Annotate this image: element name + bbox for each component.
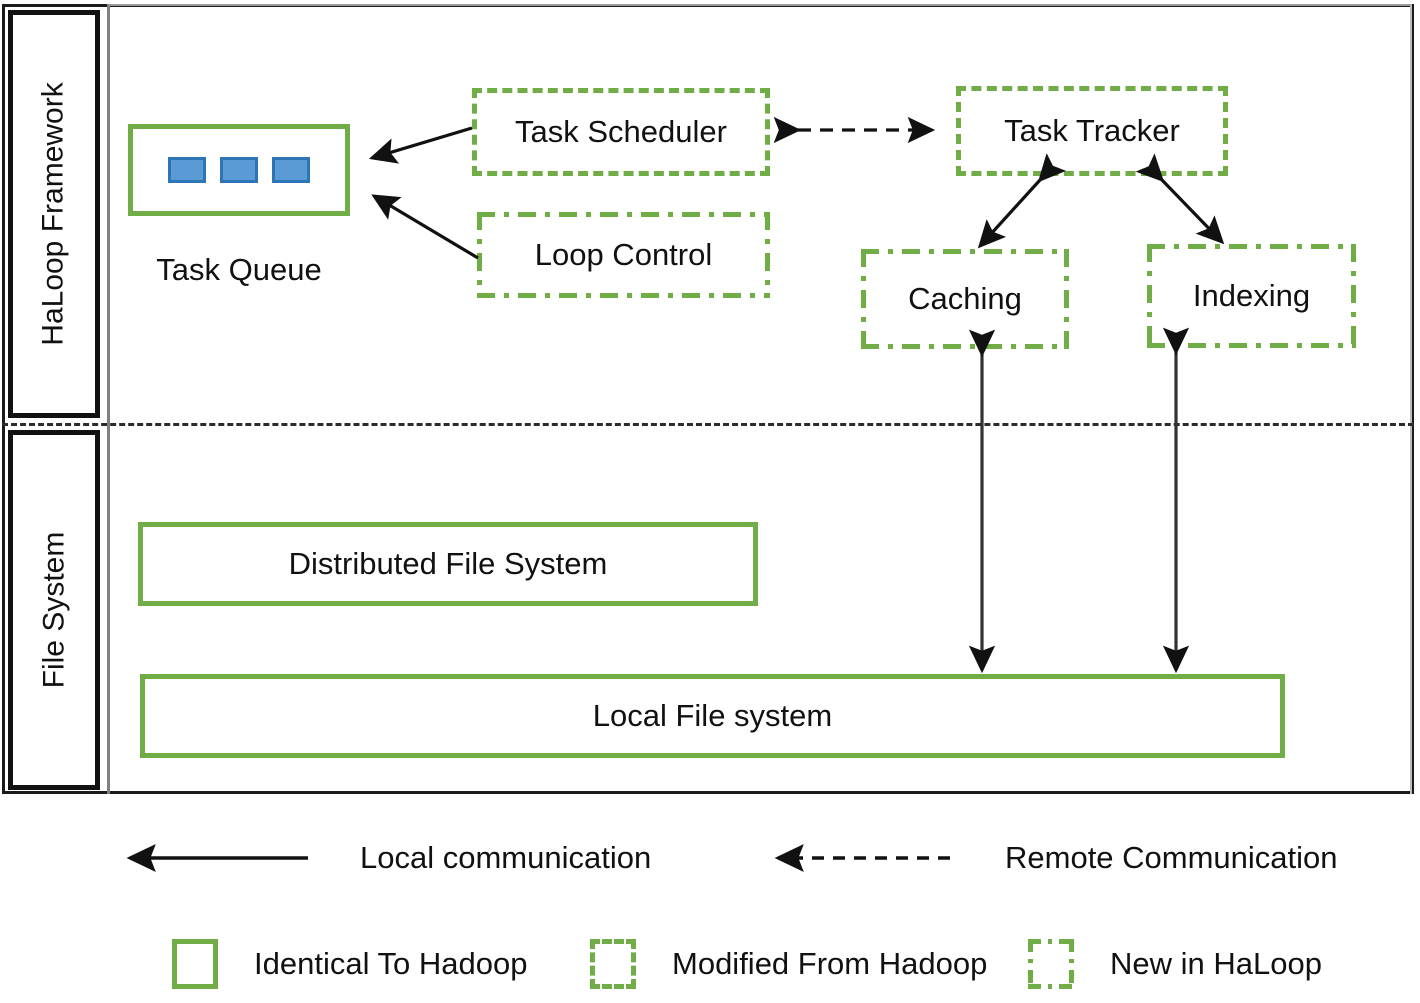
legend-swatch-dashdot-box — [1028, 939, 1074, 989]
legend-modified-from-hadoop-label: Modified From Hadoop — [672, 946, 988, 981]
legend-item-remote-communication: Remote Communication — [765, 820, 1338, 895]
legend-item-modified-from-hadoop: Modified From Hadoop — [590, 925, 987, 1003]
layer-divider — [2, 423, 1414, 426]
node-local-file-system-label: Local File system — [592, 698, 833, 733]
layer-label-haloop-framework: HaLoop Framework — [8, 10, 100, 418]
layer-label-file-system-text: File System — [37, 531, 71, 689]
legend-box-style-row: Identical To Hadoop Modified From Hadoop… — [0, 925, 1420, 1003]
node-caching-label: Caching — [908, 281, 1022, 316]
node-caching[interactable]: Caching — [861, 249, 1069, 349]
legend-swatch-solid-box — [172, 939, 218, 989]
legend-local-communication-label: Local communication — [360, 839, 652, 875]
legend-item-identical-to-hadoop: Identical To Hadoop — [172, 925, 527, 1003]
node-task-queue[interactable] — [128, 124, 350, 216]
node-indexing-label: Indexing — [1192, 278, 1311, 313]
node-task-tracker[interactable]: Task Tracker — [956, 86, 1228, 176]
legend-communication-row: Local communication Remote Communication — [0, 820, 1420, 895]
node-loop-control-label: Loop Control — [534, 237, 713, 272]
legend-item-new-in-haloop: New in HaLoop — [1028, 925, 1322, 1003]
legend-item-local-communication: Local communication — [122, 820, 651, 895]
node-local-file-system[interactable]: Local File system — [140, 674, 1285, 758]
diagram-page: HaLoop Framework File System Task Queue … — [0, 0, 1420, 1003]
node-distributed-file-system[interactable]: Distributed File System — [138, 522, 758, 606]
node-distributed-file-system-label: Distributed File System — [288, 546, 608, 581]
legend-swatch-dashed-box — [590, 939, 636, 989]
legend-local-line-slot — [122, 840, 312, 876]
node-task-scheduler-label: Task Scheduler — [515, 114, 727, 149]
node-loop-control[interactable]: Loop Control — [477, 212, 770, 298]
legend-identical-to-hadoop-label: Identical To Hadoop — [254, 946, 528, 981]
layer-label-haloop-text: HaLoop Framework — [37, 82, 70, 346]
legend-remote-line-slot — [765, 840, 951, 876]
layer-label-file-system: File System — [8, 430, 100, 790]
node-task-queue-label: Task Queue — [156, 252, 322, 287]
legend-new-in-haloop-label: New in HaLoop — [1110, 946, 1322, 981]
node-indexing[interactable]: Indexing — [1147, 244, 1356, 348]
legend-remote-communication-label: Remote Communication — [1005, 839, 1338, 875]
node-task-tracker-label: Task Tracker — [1004, 113, 1180, 148]
node-task-scheduler[interactable]: Task Scheduler — [472, 88, 770, 176]
